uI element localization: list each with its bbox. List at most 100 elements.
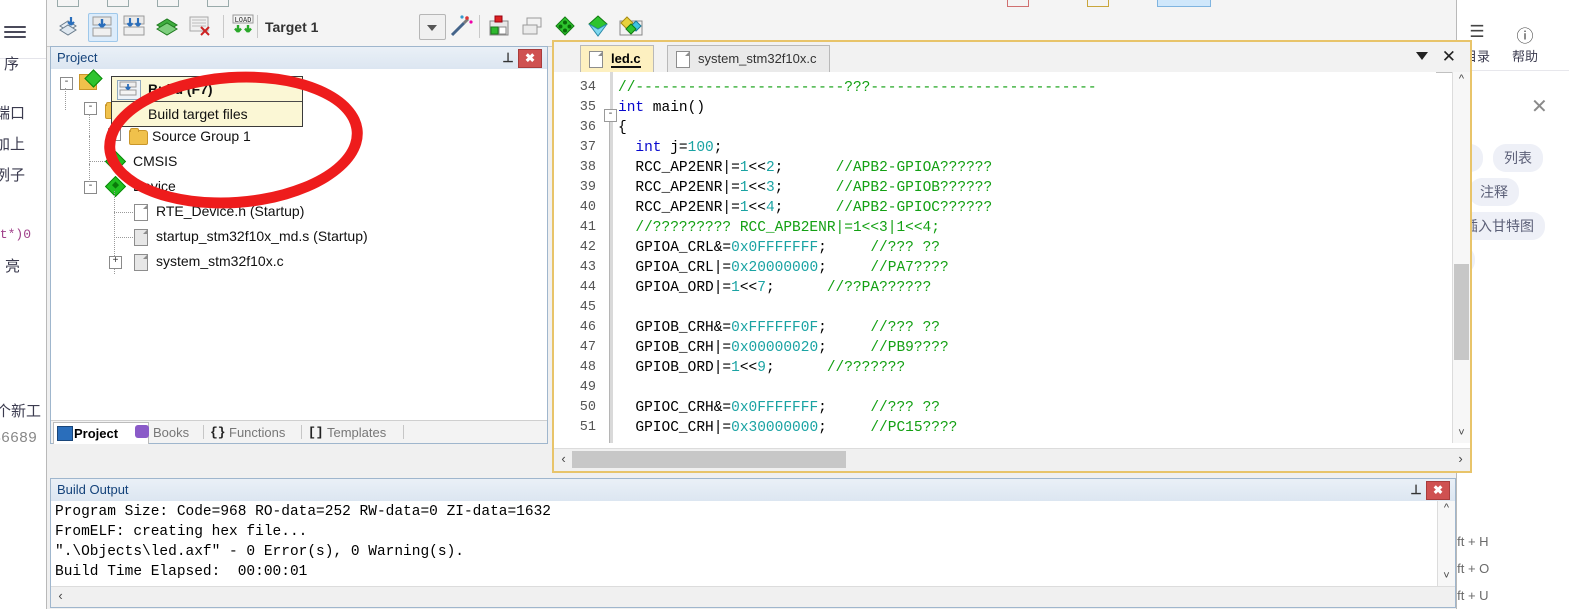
chevron-down-icon[interactable]	[1416, 52, 1428, 60]
code-token: 2	[765, 160, 775, 176]
code-area[interactable]: 34 35 36 37 38 39 40 41 42 43 44 45 46 47 48 49 50 51 - /…	[554, 72, 1436, 443]
shortcut-1: hift + O	[1455, 561, 1490, 576]
bg-left-text-7: 46689	[0, 430, 38, 447]
code-token: 1	[739, 200, 749, 216]
code-line: GPIOC_CRH|=0x30000000; //PC15????	[618, 420, 957, 436]
build-tooltip-desc-row: Build target files	[112, 102, 302, 126]
close-icon[interactable]: ✕	[1442, 47, 1456, 67]
tree-expander-device[interactable]: -	[84, 181, 97, 194]
scroll-right-icon[interactable]: ›	[1452, 451, 1469, 468]
line-number: 40	[579, 200, 596, 215]
tree-expander-source-group[interactable]: +	[108, 128, 121, 141]
build-output-text[interactable]: Program Size: Code=968 RO-data=252 RW-da…	[51, 501, 1437, 586]
code-token: <<	[748, 200, 766, 216]
shortcut-2: hift + U	[1455, 588, 1489, 603]
project-tree[interactable]: - - Target 1 + Source Group 1 CMSIS - De…	[51, 69, 547, 421]
build-horizontal-scrollbar[interactable]: ‹	[51, 586, 1455, 607]
code-token: //??? ??	[870, 400, 940, 416]
code-token: //------------------------???-----------…	[618, 80, 1097, 96]
editor-tab-system-stm32f10x-c[interactable]: system_stm32f10x.c	[667, 45, 830, 73]
target-options-icon[interactable]	[551, 13, 579, 40]
editor-horizontal-scrollbar[interactable]: ‹ ›	[554, 448, 1470, 471]
tree-item-system-stm32f10x-c[interactable]: system_stm32f10x.c	[156, 251, 284, 272]
bg-left-text-0: 序	[4, 56, 20, 73]
manage-components-icon[interactable]	[485, 13, 513, 40]
help-icon[interactable]: ⓘ	[1505, 22, 1545, 47]
editor-tab-led-c[interactable]: led.c	[580, 45, 654, 73]
stop-build-icon[interactable]	[187, 13, 215, 40]
build-tooltip-description: Build target files	[148, 106, 248, 122]
rebuild-icon[interactable]	[121, 13, 149, 40]
code-line: int j=100;	[618, 140, 722, 156]
code-token: 3	[765, 180, 775, 196]
file-icon	[676, 51, 690, 68]
tree-item-cmsis[interactable]: CMSIS	[133, 151, 177, 172]
build-icon[interactable]	[88, 13, 118, 42]
magic-wand-icon[interactable]	[447, 13, 475, 40]
project-panel-tabs: Project Books {} Functions [] Templates	[51, 420, 547, 444]
code-line: RCC_AP2ENR|=1<<4; //APB2-GPIOC??????	[618, 200, 992, 216]
tree-item-device[interactable]: Device	[133, 176, 176, 197]
background-left-topbar	[0, 0, 46, 59]
component-icon	[104, 150, 127, 173]
line-number: 45	[579, 300, 596, 315]
scroll-up-icon[interactable]: ^	[1453, 72, 1470, 89]
scroll-down-icon[interactable]: ˅	[1453, 426, 1470, 443]
line-number: 50	[579, 400, 596, 415]
scroll-up-icon[interactable]: ^	[1438, 501, 1455, 518]
close-icon[interactable]: ✖	[518, 49, 542, 68]
batch-build-icon[interactable]	[154, 13, 182, 40]
close-icon[interactable]: ✖	[1426, 481, 1450, 500]
load-icon[interactable]: LOAD	[229, 13, 257, 40]
tree-expander-system-c[interactable]: +	[109, 256, 122, 269]
code-token: 100	[687, 140, 714, 156]
scroll-left-icon[interactable]: ‹	[555, 451, 572, 468]
code-token: 0xFFFFFF0F	[731, 320, 819, 336]
pill-list[interactable]: 列表	[1493, 144, 1543, 172]
tree-expander-root[interactable]: -	[60, 77, 73, 90]
code-token: //??PA??????	[826, 280, 932, 296]
filter-icon[interactable]	[584, 13, 612, 40]
scroll-left-icon[interactable]: ‹	[52, 588, 69, 605]
scroll-down-icon[interactable]: ˅	[1438, 569, 1455, 586]
horizontal-scroll-thumb[interactable]	[572, 451, 846, 468]
fold-toggle-icon[interactable]: -	[604, 109, 617, 122]
bg-left-text-4: nt*)0	[0, 227, 32, 242]
editor-vertical-scrollbar[interactable]: ^ ˅	[1452, 72, 1470, 443]
vertical-scroll-thumb[interactable]	[1454, 264, 1469, 360]
build-output-header: Build Output ⊥ ✖	[51, 479, 1455, 502]
build-icon	[117, 80, 141, 100]
code-line: RCC_AP2ENR|=1<<2; //APB2-GPIOA??????	[618, 160, 992, 176]
line-number: 39	[579, 180, 596, 195]
multi-project-icon[interactable]	[518, 13, 546, 40]
build-vertical-scrollbar[interactable]: ^ ˅	[1437, 501, 1455, 586]
translate-icon[interactable]	[55, 13, 83, 40]
build-output-line: ".\Objects\led.axf" - 0 Error(s), 0 Warn…	[55, 544, 464, 560]
books-icon	[135, 425, 149, 438]
tab-books[interactable]: Books	[133, 422, 219, 443]
list-icon[interactable]: ☰	[1459, 22, 1495, 42]
hamburger-menu-icon[interactable]	[4, 26, 26, 39]
tab-project-label: Project	[74, 426, 119, 441]
tree-item-source-group-1[interactable]: Source Group 1	[152, 126, 251, 147]
chevron-down-icon[interactable]	[419, 14, 446, 40]
code-token: 0x30000000	[731, 420, 819, 436]
project-panel-title: Project	[57, 50, 98, 65]
background-left-column: 序 端口 加上 例子 nt*)0 亮 个新工 46689	[0, 0, 46, 609]
pin-icon[interactable]: ⊥	[501, 50, 515, 65]
line-number: 35	[579, 100, 596, 115]
tree-expander-target[interactable]: -	[84, 102, 97, 115]
code-token: GPIOB_CRH|=	[618, 340, 732, 356]
tree-item-rte-device-h[interactable]: RTE_Device.h (Startup)	[156, 201, 304, 222]
pack-installer-icon[interactable]	[617, 13, 645, 40]
templates-icon: []	[308, 425, 324, 440]
help-label: 帮助	[1511, 49, 1538, 64]
code-token: <<	[739, 360, 758, 376]
keil-uvision-window: LOAD Target 1 Project ⊥ ✖ - - + Source G…	[46, 0, 1472, 609]
pill-comment[interactable]: 注释	[1469, 178, 1519, 206]
code-token: GPIOB_CRH&=	[618, 320, 732, 336]
close-icon[interactable]: ✕	[1531, 94, 1548, 119]
code-token: 1	[731, 360, 740, 376]
pin-icon[interactable]: ⊥	[1409, 482, 1423, 497]
tree-item-startup-s[interactable]: startup_stm32f10x_md.s (Startup)	[156, 226, 368, 247]
